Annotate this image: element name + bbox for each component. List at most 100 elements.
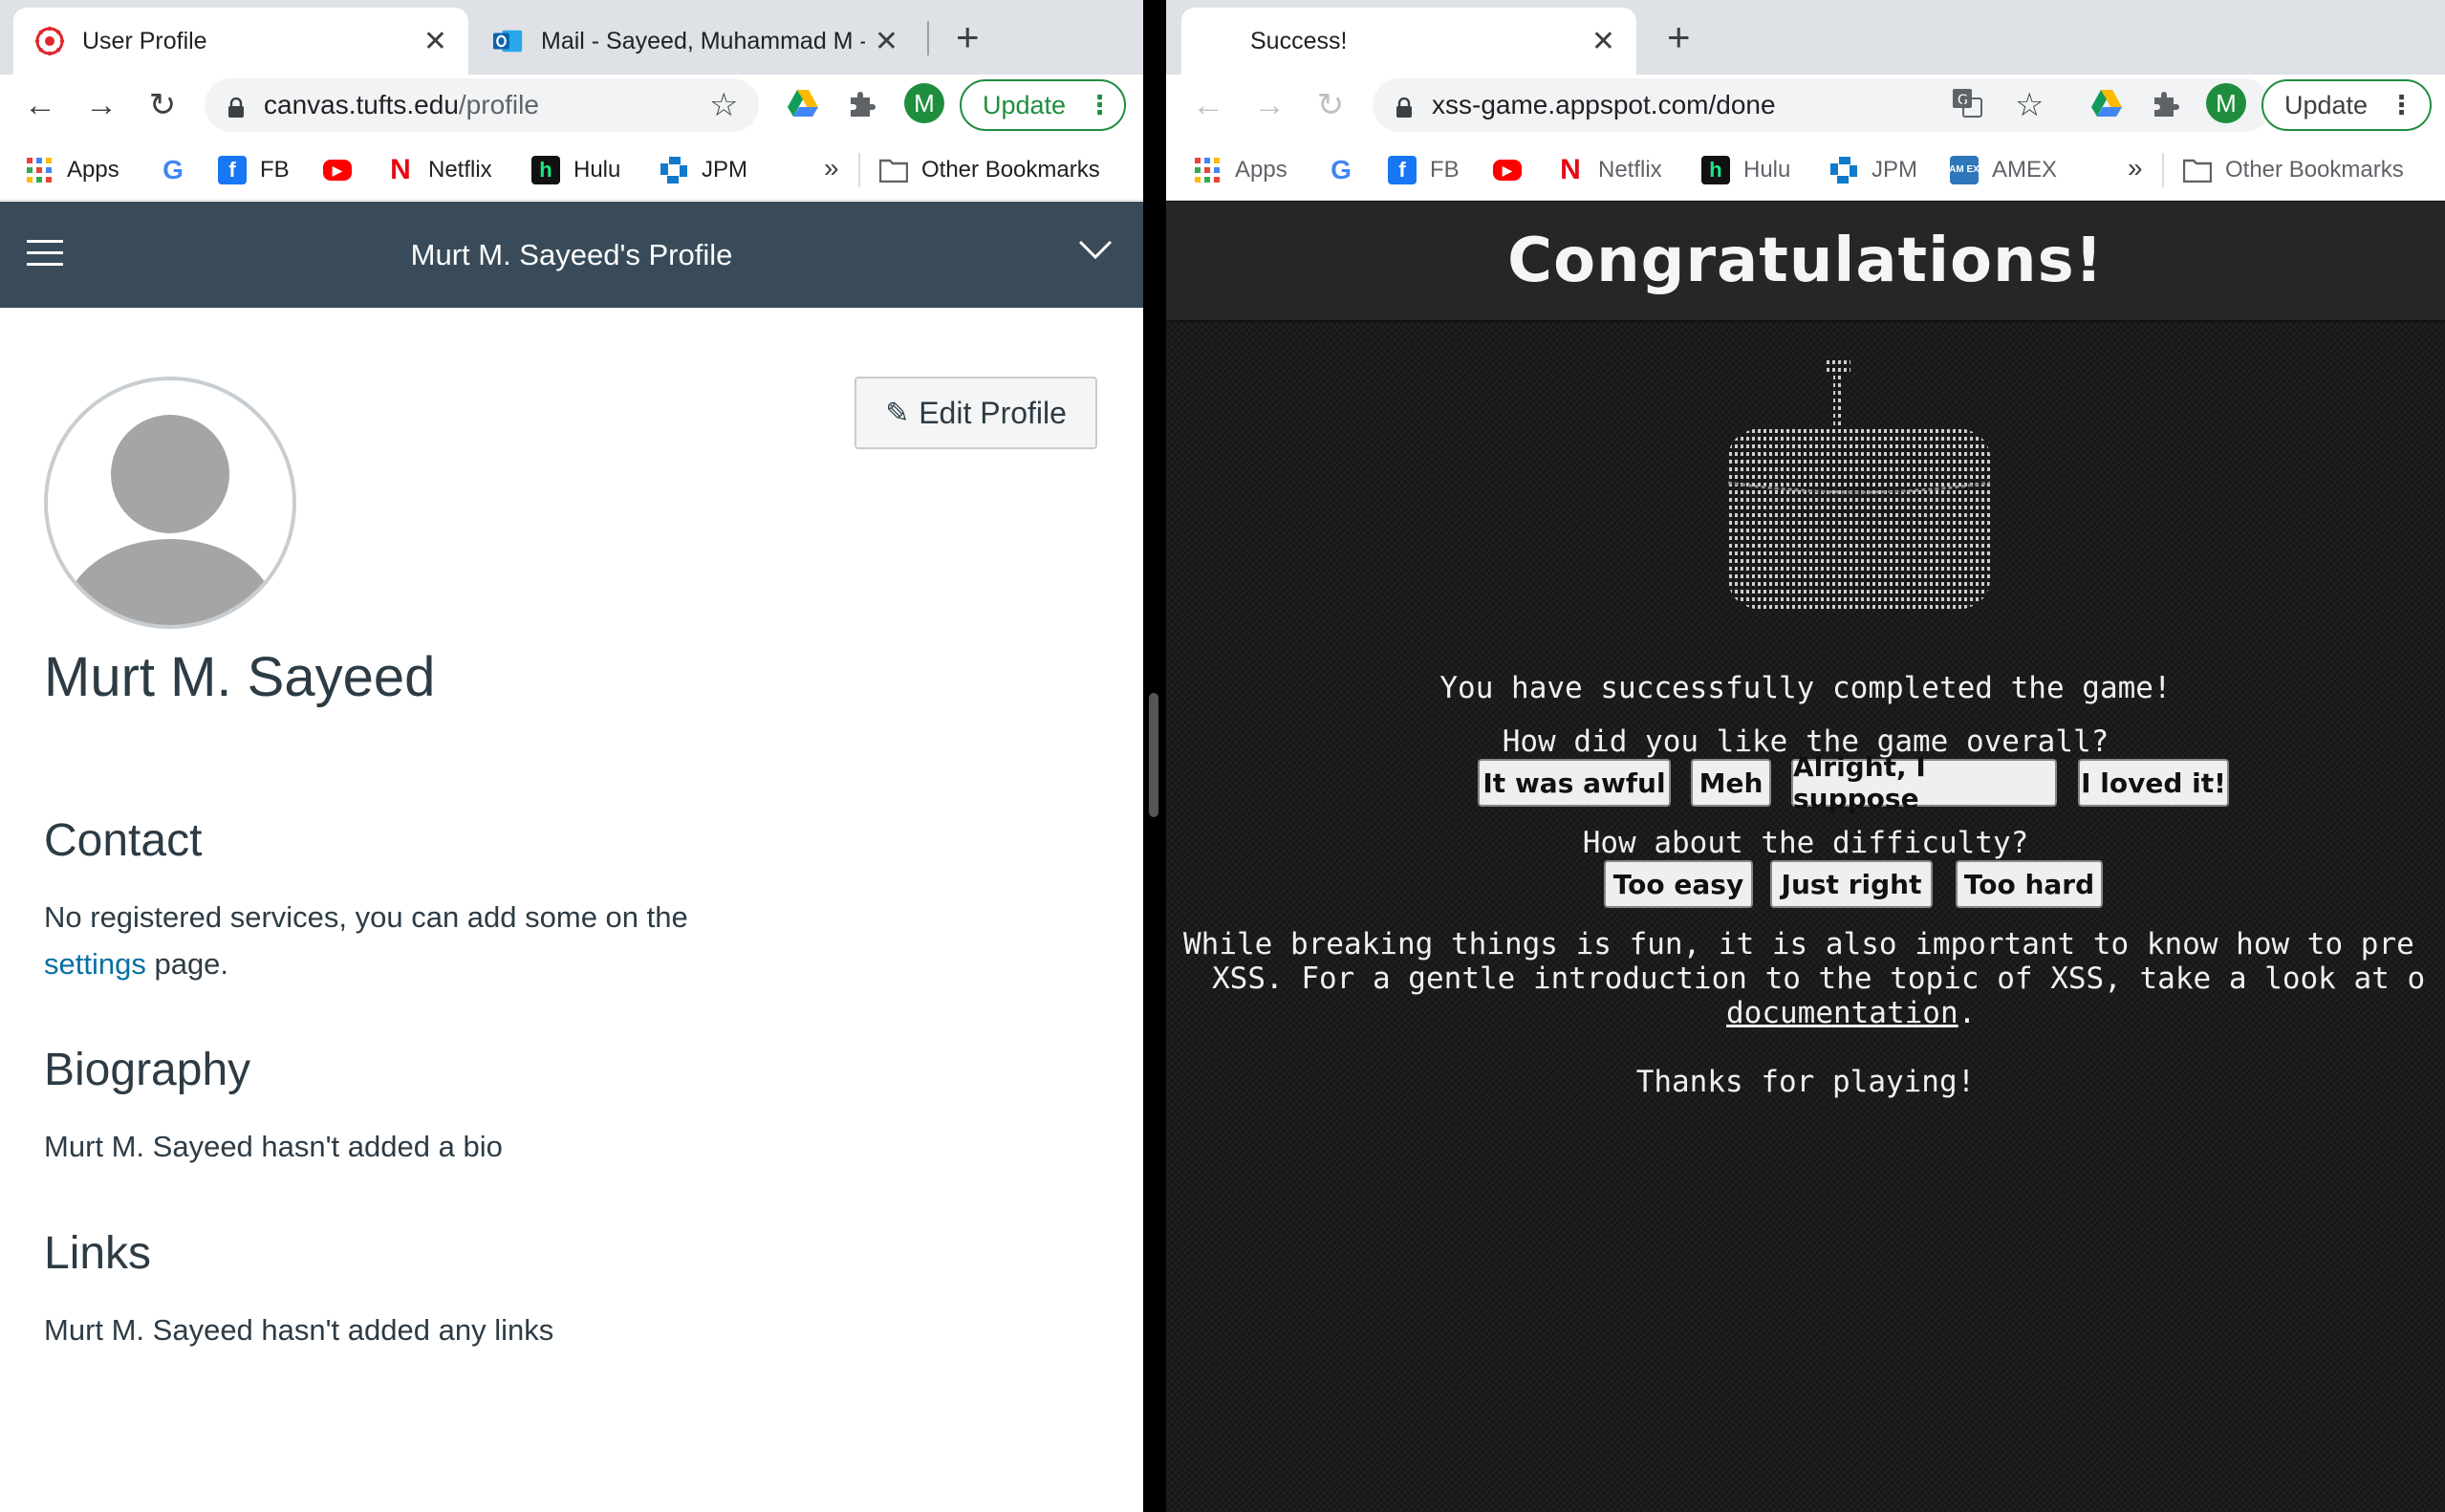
bookmark-star-icon[interactable]: ☆ (2015, 86, 2044, 124)
split-view-handle[interactable] (1149, 693, 1158, 817)
hulu-icon: h (1701, 156, 1730, 184)
bookmark-star-icon[interactable]: ☆ (709, 86, 738, 124)
url-host: canvas.tufts.edu (264, 90, 459, 119)
close-icon[interactable]: ✕ (1591, 25, 1615, 58)
rating-awful-button[interactable]: It was awful (1478, 759, 1671, 807)
other-bookmarks[interactable]: Other Bookmarks (879, 155, 1100, 185)
facebook-icon: f (218, 156, 247, 184)
contact-heading: Contact (44, 815, 203, 866)
menu-dots-icon: ⋮ (1087, 90, 1113, 119)
bookmark-jpm[interactable]: JPM (660, 155, 747, 185)
tab-mail[interactable]: Mail - Sayeed, Muhammad M - ✕ (472, 8, 920, 75)
menu-dots-icon: ⋮ (2389, 90, 2414, 119)
completed-message: You have successfully completed the game… (1439, 671, 2172, 705)
address-bar[interactable]: canvas.tufts.edu/profile (205, 78, 759, 132)
lock-icon (1396, 95, 1413, 118)
tab-title: Success! (1250, 27, 1348, 54)
extensions-puzzle-icon[interactable] (845, 86, 879, 120)
bookmark-google[interactable]: G (1327, 155, 1369, 185)
bookmark-label: Hulu (573, 157, 621, 183)
address-bar[interactable]: xss-game.appspot.com/done (1373, 78, 2271, 132)
forward-icon[interactable]: → (80, 84, 122, 126)
settings-link[interactable]: settings (44, 947, 146, 981)
url-path: /profile (458, 90, 539, 119)
bookmark-fb[interactable]: f FB (218, 155, 290, 185)
avatar[interactable] (44, 377, 296, 629)
folder-icon (879, 156, 908, 184)
tab-success[interactable]: Success! ✕ (1181, 8, 1636, 75)
bookmark-youtube[interactable]: ▶ (1493, 155, 1535, 185)
links-text: Murt M. Sayeed hasn't added any links (44, 1313, 554, 1347)
google-g-icon: G (162, 155, 184, 184)
contact-text-line-2: settings page. (44, 940, 688, 987)
new-tab-button[interactable]: + (1667, 17, 1691, 57)
difficulty-hard-button[interactable]: Too hard (1956, 860, 2103, 908)
bookmark-jpm[interactable]: JPM (1829, 155, 1917, 185)
edit-profile-button[interactable]: ✎ Edit Profile (855, 377, 1097, 449)
difficulty-right-button[interactable]: Just right (1770, 860, 1933, 908)
hulu-icon: h (531, 156, 560, 184)
url-text: xss-game.appspot.com/done (1432, 90, 1776, 119)
bookmark-netflix[interactable]: N Netflix (386, 154, 492, 185)
bookmark-google[interactable]: G (159, 155, 201, 185)
netflix-icon: N (390, 154, 411, 185)
chrome-update-button[interactable]: Update ⋮ (2261, 79, 2432, 131)
contact-text-suffix: page. (145, 947, 229, 981)
bookmark-hulu[interactable]: h Hulu (531, 155, 620, 185)
rating-meh-button[interactable]: Meh (1691, 759, 1771, 807)
closing-period: . (1958, 996, 1977, 1030)
youtube-icon: ▶ (1493, 160, 1522, 181)
bookmarks-separator (858, 153, 860, 187)
bookmark-label: FB (260, 157, 290, 183)
tab-title: Mail - Sayeed, Muhammad M - (541, 27, 865, 54)
google-g-icon: G (1331, 155, 1352, 184)
google-drive-icon[interactable] (786, 86, 820, 120)
bookmark-amex[interactable]: AM EX AMEX (1949, 155, 2057, 185)
canvas-header: Murt M. Sayeed's Profile (0, 202, 1143, 308)
blank-favicon-icon (1202, 26, 1233, 56)
bookmarks-overflow-icon[interactable]: » (824, 153, 839, 184)
bookmarks-overflow-icon[interactable]: » (2128, 153, 2143, 184)
bookmark-netflix[interactable]: N Netflix (1556, 154, 1662, 185)
reload-icon[interactable]: ↻ (141, 84, 184, 126)
bookmark-apps[interactable]: Apps (25, 155, 119, 185)
extensions-puzzle-icon[interactable] (2149, 86, 2183, 120)
back-icon[interactable]: ← (19, 84, 61, 126)
tab-user-profile[interactable]: User Profile ✕ (13, 8, 468, 75)
cake-icon (1711, 358, 2007, 621)
closing-text-line-3: documentation. (1726, 996, 1976, 1030)
bookmark-youtube[interactable]: ▶ (323, 155, 365, 185)
thanks-message: Thanks for playing! (1635, 1065, 1976, 1099)
canvas-browser-window: User Profile ✕ Mail - Sayeed, Muhammad M… (0, 0, 1143, 1512)
bookmark-hulu[interactable]: h Hulu (1701, 155, 1790, 185)
new-tab-button[interactable]: + (956, 17, 980, 57)
bookmark-fb[interactable]: f FB (1388, 155, 1460, 185)
bookmark-apps[interactable]: Apps (1193, 155, 1287, 185)
profile-avatar-icon[interactable]: M (2206, 83, 2246, 123)
closing-text-line-2: XSS. For a gentle introduction to the to… (1212, 961, 2426, 996)
difficulty-question: How about the difficulty? (1582, 826, 2029, 860)
tab-separator (927, 21, 929, 55)
rating-alright-button[interactable]: Alright, I suppose (1791, 751, 2057, 814)
pencil-icon: ✎ (885, 397, 910, 429)
google-drive-icon[interactable] (2089, 86, 2124, 120)
rating-loved-button[interactable]: I loved it! (2078, 759, 2229, 807)
forward-icon[interactable]: → (1248, 84, 1290, 126)
bookmark-label: JPM (702, 157, 747, 183)
other-bookmarks[interactable]: Other Bookmarks (2183, 155, 2404, 185)
chevron-down-icon[interactable] (1076, 230, 1114, 269)
close-icon[interactable]: ✕ (423, 25, 447, 58)
biography-heading: Biography (44, 1045, 251, 1095)
difficulty-easy-button[interactable]: Too easy (1604, 860, 1753, 908)
bookmark-label: Other Bookmarks (921, 157, 1100, 183)
back-icon[interactable]: ← (1187, 84, 1229, 126)
close-icon[interactable]: ✕ (875, 25, 898, 58)
chrome-update-button[interactable]: Update ⋮ (960, 79, 1126, 131)
profile-avatar-icon[interactable]: M (904, 83, 944, 123)
reload-icon[interactable]: ↻ (1309, 84, 1352, 126)
tab-title: User Profile (82, 27, 207, 54)
translate-icon[interactable]: G (1950, 86, 1984, 120)
bookmark-label: Apps (67, 157, 119, 183)
outlook-icon (493, 26, 524, 56)
documentation-link[interactable]: documentation (1726, 996, 1958, 1030)
